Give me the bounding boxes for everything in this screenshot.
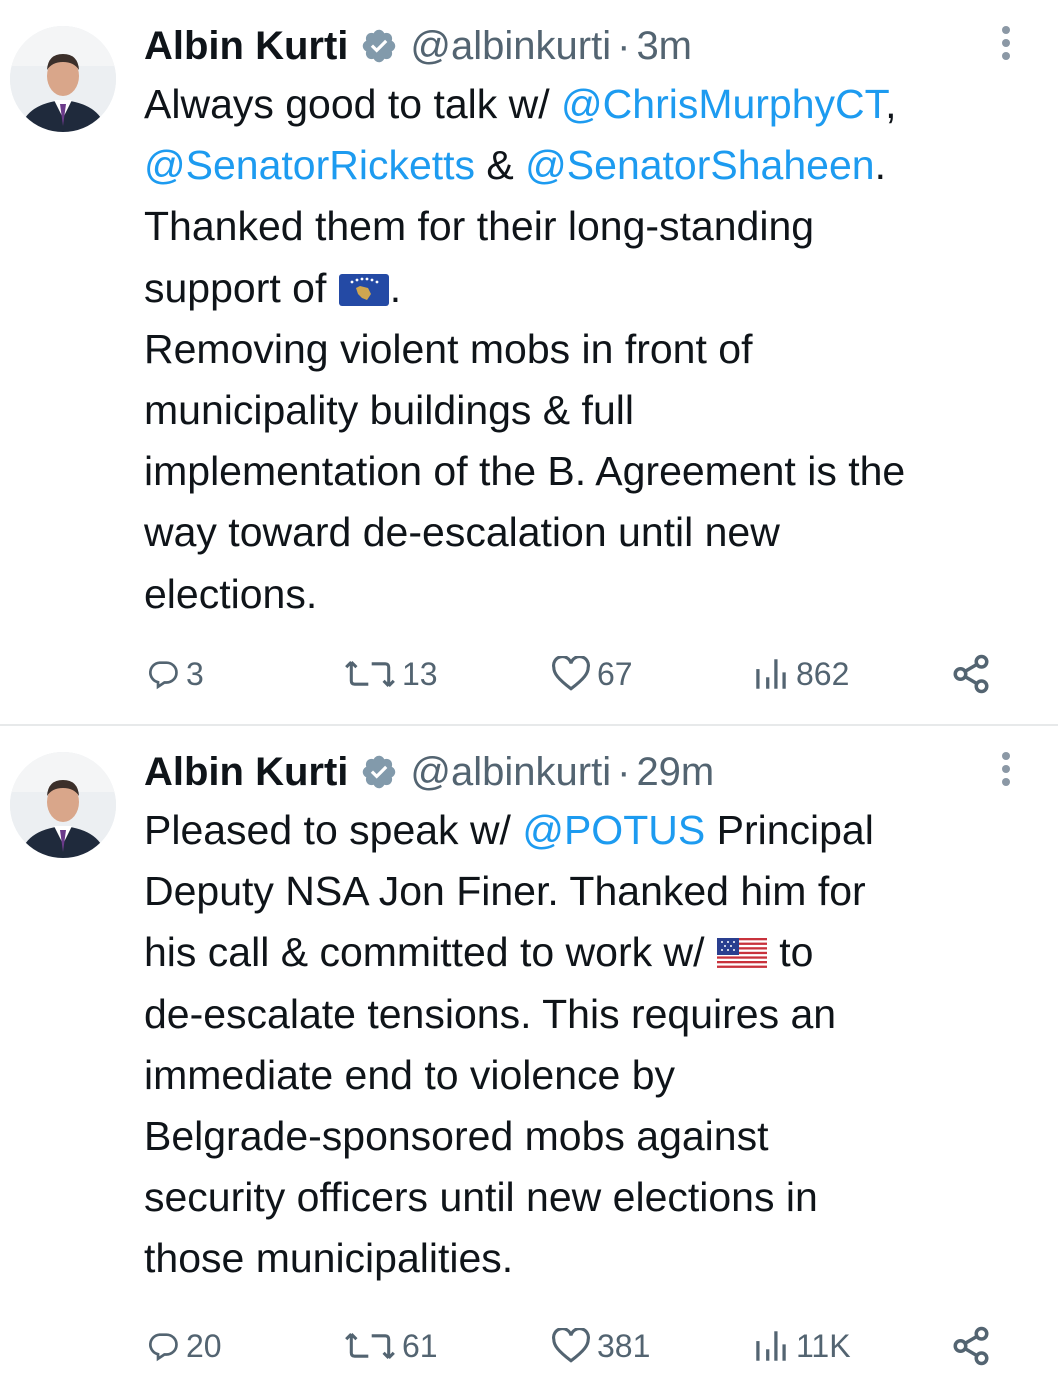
retweet-icon <box>345 661 395 687</box>
separator-dot: · <box>617 23 631 68</box>
views-button[interactable]: 11K <box>752 1316 851 1376</box>
tweet-header: Albin Kurti @albinkurti · 3m <box>144 20 692 72</box>
tweet-text-line: elections. <box>144 564 1044 625</box>
reply-icon <box>149 1333 178 1362</box>
tweet-text-line: support of . <box>144 258 1044 319</box>
reply-count: 20 <box>186 1327 222 1364</box>
verified-badge-icon <box>360 753 398 791</box>
text-segment: & <box>475 142 526 189</box>
reply-count: 3 <box>186 655 204 692</box>
like-count: 67 <box>597 655 633 692</box>
tweet[interactable]: Albin Kurti @albinkurti · 29m Pleased to… <box>0 726 1058 1398</box>
author-handle[interactable]: @albinkurti <box>410 24 611 69</box>
text-segment: Deputy NSA Jon Finer. Thanked him for <box>144 868 866 915</box>
tweet-text-line: those municipalities. <box>144 1228 1044 1289</box>
text-segment: elections. <box>144 570 318 617</box>
heart-icon <box>552 656 590 691</box>
more-options-icon[interactable] <box>994 752 1018 792</box>
tweet-text-line: Deputy NSA Jon Finer. Thanked him for <box>144 861 1044 922</box>
view-count: 11K <box>796 1327 851 1364</box>
like-button[interactable]: 381 <box>551 1316 650 1376</box>
tweet-text-line: way toward de-escalation until new <box>144 502 1044 563</box>
mention-link[interactable]: @POTUS <box>522 807 705 853</box>
tweet-text-line: Always good to talk w/ @ChrisMurphyCT, <box>144 74 1044 135</box>
text-segment: support of <box>144 264 338 311</box>
share-button[interactable] <box>950 644 992 704</box>
views-chart-icon <box>756 659 786 689</box>
avatar[interactable] <box>10 752 116 858</box>
mention-link[interactable]: @SenatorShaheen <box>525 142 874 188</box>
tweet-text-line: Belgrade-sponsored mobs against <box>144 1106 1044 1167</box>
views-chart-icon <box>756 1331 786 1361</box>
text-segment: Removing violent mobs in front of <box>144 325 753 372</box>
tweet-text-line: @SenatorRicketts & @SenatorShaheen. <box>144 135 1044 196</box>
timestamp[interactable]: 29m <box>636 750 714 795</box>
tweet-text-line: Pleased to speak w/ @POTUS Principal <box>144 800 1044 861</box>
tweet-text-line: his call & committed to work w/ to <box>144 922 1044 983</box>
text-segment: Belgrade-sponsored mobs against <box>144 1112 769 1159</box>
heart-icon <box>552 1328 590 1363</box>
mention-link[interactable]: @ChrisMurphyCT <box>561 81 885 127</box>
author-name[interactable]: Albin Kurti <box>144 750 348 795</box>
retweet-button[interactable]: 13 <box>344 644 438 704</box>
text-segment: Pleased to speak w/ <box>144 807 523 853</box>
separator-dot: · <box>617 749 631 794</box>
us-flag <box>716 938 767 971</box>
views-button[interactable]: 862 <box>752 644 849 704</box>
more-options-icon[interactable] <box>994 26 1018 66</box>
share-icon <box>953 1326 989 1366</box>
tweet-text: Always good to talk w/ @ChrisMurphyCT, @S… <box>144 74 1044 625</box>
share-button[interactable] <box>950 1316 992 1376</box>
text-segment: way toward de-escalation until new <box>144 509 780 556</box>
share-icon <box>953 654 989 694</box>
tweet-text: Pleased to speak w/ @POTUS Principal Depu… <box>144 800 1044 1290</box>
mention-link[interactable]: @SenatorRicketts <box>144 142 475 188</box>
reply-button[interactable]: 3 <box>146 644 204 704</box>
tweet[interactable]: Albin Kurti @albinkurti · 3m Always good… <box>0 0 1058 724</box>
tweet-text-line: immediate end to violence by <box>144 1045 1044 1106</box>
verified-badge-icon <box>360 27 398 65</box>
tweet-text-line: implementation of the B. Agreement is th… <box>144 441 1044 502</box>
tweet-text-line: Thanked them for their long-standing <box>144 196 1044 257</box>
text-segment: municipality buildings & full <box>144 386 634 433</box>
text-segment: . <box>389 264 402 311</box>
text-segment: Always good to talk w/ <box>144 81 562 127</box>
tweet-text-line: municipality buildings & full <box>144 380 1044 441</box>
text-segment: . <box>874 142 886 189</box>
text-segment: to <box>767 929 814 976</box>
text-segment: , <box>885 81 897 127</box>
text-segment: his call & committed to work w/ <box>144 929 716 976</box>
retweet-icon <box>345 1333 395 1359</box>
text-segment: security officers until new elections in <box>144 1174 818 1221</box>
text-segment: those municipalities. <box>144 1235 514 1282</box>
view-count: 862 <box>796 655 850 692</box>
author-name[interactable]: Albin Kurti <box>144 24 348 69</box>
kosovo-flag <box>338 273 389 306</box>
timestamp[interactable]: 3m <box>636 24 692 69</box>
tweet-actions: 20 61 381 11K <box>0 1316 1058 1376</box>
text-segment: immediate end to violence by <box>144 1051 676 1098</box>
reply-button[interactable]: 20 <box>146 1316 222 1376</box>
author-handle[interactable]: @albinkurti <box>410 750 611 795</box>
like-button[interactable]: 67 <box>551 644 633 704</box>
retweet-button[interactable]: 61 <box>344 1316 438 1376</box>
tweet-actions: 3 13 67 862 <box>0 644 1058 704</box>
avatar[interactable] <box>10 26 116 132</box>
text-segment: implementation of the B. Agreement is th… <box>144 448 906 495</box>
reply-icon <box>149 661 178 690</box>
text-segment: Principal <box>705 807 874 853</box>
tweet-text-line: de-escalate tensions. This requires an <box>144 984 1044 1045</box>
tweet-text-line: Removing violent mobs in front of <box>144 319 1044 380</box>
tweet-header: Albin Kurti @albinkurti · 29m <box>144 746 714 798</box>
text-segment: de-escalate tensions. This requires an <box>144 990 837 1037</box>
retweet-count: 13 <box>402 655 438 692</box>
text-segment: Thanked them for their long-standing <box>144 203 815 250</box>
like-count: 381 <box>597 1327 651 1364</box>
retweet-count: 61 <box>402 1327 438 1364</box>
tweet-text-line: security officers until new elections in <box>144 1167 1044 1228</box>
